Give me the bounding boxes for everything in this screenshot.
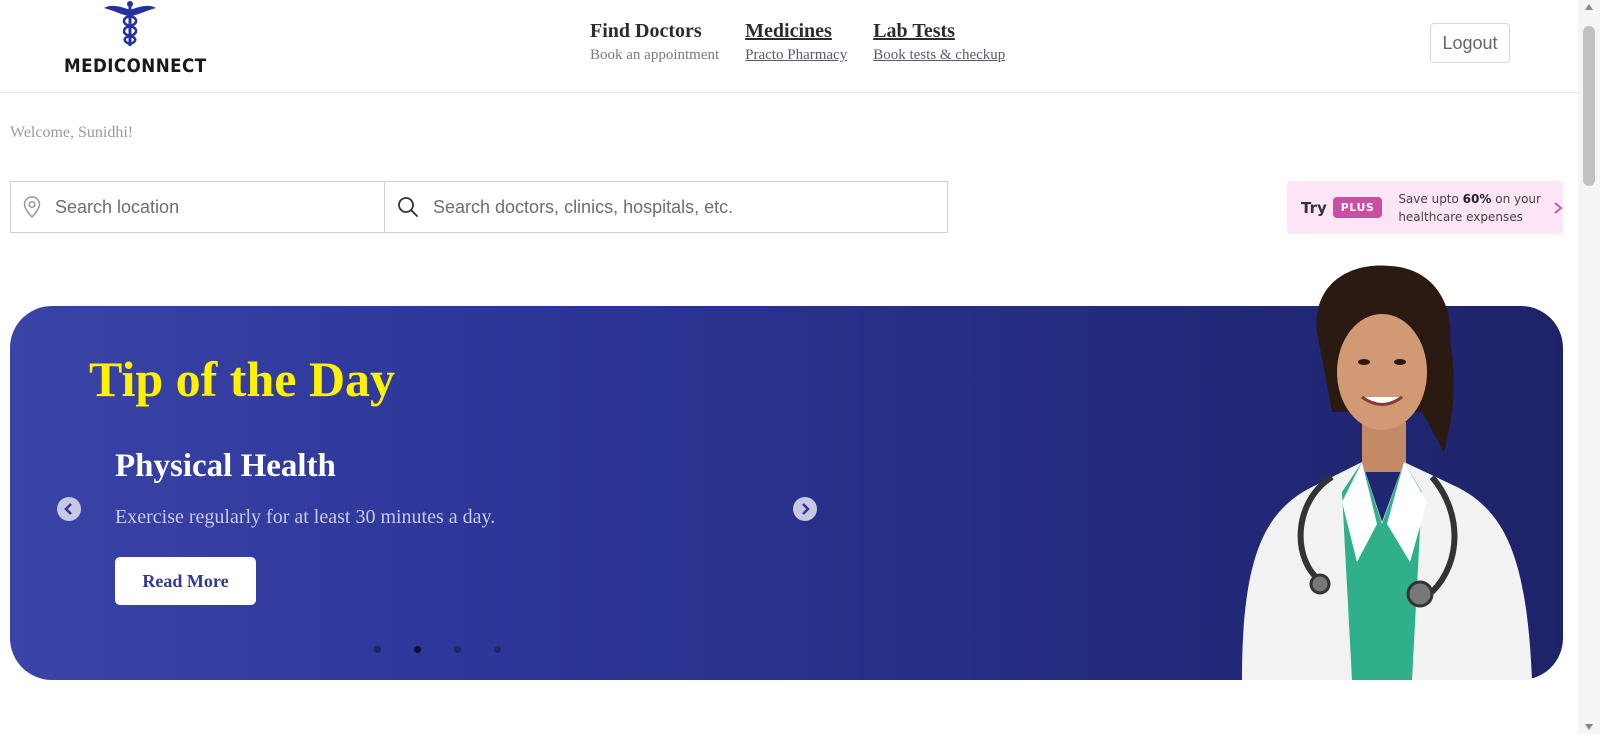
- brand-name: MEDICONNECT: [64, 55, 207, 77]
- brand-logo[interactable]: MEDICONNECT: [62, 0, 206, 80]
- carousel-dot[interactable]: [454, 646, 461, 653]
- location-search[interactable]: [10, 181, 385, 233]
- scroll-down-icon[interactable]: [1585, 724, 1593, 730]
- plus-promo[interactable]: Try PLUS Save upto 60% on your healthcar…: [1287, 181, 1563, 234]
- caduceus-icon: [104, 1, 156, 46]
- slide-title: Physical Health: [115, 448, 336, 484]
- nav-title: Lab Tests: [873, 20, 955, 42]
- read-more-button[interactable]: Read More: [115, 557, 256, 605]
- chevron-right-icon: [1554, 201, 1563, 214]
- welcome-message: Welcome, Sunidhi!: [10, 124, 134, 141]
- search-icon: [398, 197, 418, 217]
- scroll-up-icon[interactable]: [1585, 4, 1593, 10]
- slide-text: Exercise regularly for at least 30 minut…: [115, 506, 496, 528]
- next-arrow-icon[interactable]: [793, 497, 817, 521]
- nav-subtitle: Book tests & checkup: [873, 47, 1006, 63]
- doctor-search[interactable]: [385, 181, 948, 233]
- carousel-dots: [374, 646, 501, 653]
- plus-badge: PLUS: [1332, 197, 1383, 218]
- nav-lab-tests[interactable]: Lab Tests Book tests & checkup: [873, 20, 1005, 64]
- location-pin-icon: [23, 196, 41, 218]
- doctor-image: [1242, 265, 1532, 680]
- logout-button[interactable]: Logout: [1430, 23, 1510, 63]
- nav-find-doctors[interactable]: Find Doctors Book an appointment: [590, 20, 719, 64]
- plus-try-label: Try: [1301, 198, 1327, 217]
- page-scrollbar[interactable]: [1578, 0, 1600, 734]
- nav-subtitle: Book an appointment: [590, 47, 720, 63]
- plus-promo-text: Save upto 60% on your healthcare expense…: [1398, 191, 1541, 224]
- banner-heading: Tip of the Day: [89, 351, 396, 407]
- nav-medicines[interactable]: Medicines Practo Pharmacy: [745, 20, 847, 64]
- nav-title: Find Doctors: [590, 20, 702, 42]
- location-input[interactable]: [53, 195, 356, 219]
- carousel-dot-active[interactable]: [414, 646, 421, 653]
- nav-subtitle: Practo Pharmacy: [745, 47, 848, 63]
- carousel-dot[interactable]: [374, 646, 381, 653]
- top-header: MEDICONNECT Find Doctors Book an appoint…: [0, 0, 1578, 93]
- scrollbar-thumb[interactable]: [1583, 26, 1595, 186]
- search-bar: [10, 181, 948, 233]
- search-input[interactable]: [431, 195, 885, 219]
- prev-arrow-icon[interactable]: [57, 497, 81, 521]
- carousel-dot[interactable]: [494, 646, 501, 653]
- nav-title: Medicines: [745, 20, 832, 42]
- main-nav: Find Doctors Book an appointment Medicin…: [590, 20, 1005, 64]
